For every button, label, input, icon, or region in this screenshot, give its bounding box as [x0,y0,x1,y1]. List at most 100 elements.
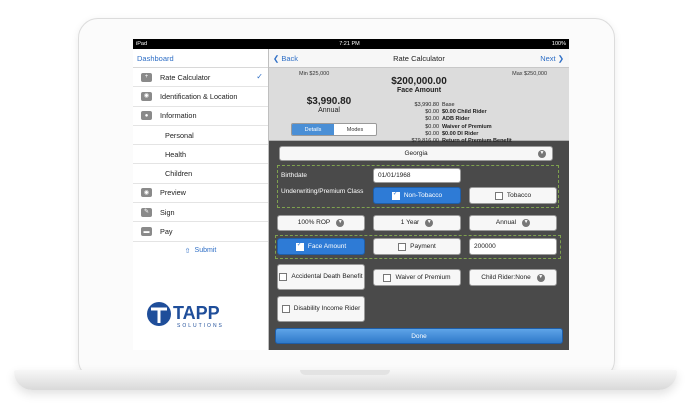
sidebar-item-preview[interactable]: ◉ Preview [133,184,268,204]
rate-form: Georgia ▼ Birthdate 01/01/1968 Underwrit… [269,141,569,350]
upload-icon: ⇧ [184,247,191,255]
rider-row: $0.00 $0.00 DI Rider [425,130,479,137]
max-amount: Max $250,000 [512,71,547,77]
chevron-down-icon: ▼ [536,273,545,282]
amount-input[interactable]: 200000 [469,238,557,255]
sidebar-item-label: Information [160,111,197,121]
disability-toggle[interactable]: Disability Income Rider [277,296,365,322]
face-amount-display: $200,000.00 Face Amount [379,76,459,94]
sidebar-item-label: Pay [160,227,173,237]
underwriting-label: Underwriting/Premium Class [281,188,364,195]
rop-select[interactable]: 100% ROP ▼ [277,215,365,231]
person-icon: ● [141,111,152,121]
right-panel: ❮ Back Rate Calculator Next ❯ Min $25,00… [269,49,569,350]
term-select[interactable]: 1 Year ▼ [373,215,461,231]
sidebar-item-label: Preview [160,188,186,198]
tobacco-toggle[interactable]: Tobacco [469,187,557,204]
accidental-death-toggle[interactable]: Accidental Death Benefit [277,264,365,290]
disability-label: Disability Income Rider [293,305,361,313]
rider-row: $0.00 $0.00 Child Rider [425,108,487,115]
checkmark-icon: ✓ [256,72,263,81]
chevron-down-icon: ▼ [538,149,546,158]
checkbox-checked-icon [295,242,304,251]
checkbox-icon [281,305,290,313]
details-segment[interactable]: Details [292,124,334,135]
payment-label: Payment [410,242,436,250]
left-panel: Dashboard + Rate Calculator ✓ ◉ Identifi… [133,49,269,350]
state-value: Georgia [404,149,428,157]
premium-summary: Min $25,000 Max $250,000 $200,000.00 Fac… [269,68,569,144]
rider-row: $0.00 Waiver of Premium [425,123,492,130]
rider-row: $0.00 ADB Rider [425,116,470,123]
child-rider-value: Child Rider:None [481,273,531,281]
eye-icon: ◉ [141,188,152,198]
app-screen: iPad 7:21 PM 100% Dashboard + Rate Calcu… [133,39,569,350]
rider-row: $3,990.80 Base [414,101,455,108]
chevron-down-icon: ▼ [336,219,345,227]
sidebar-item-rate-calculator[interactable]: + Rate Calculator ✓ [133,68,268,88]
next-label: Next [540,54,556,63]
rider-breakdown: $3,990.80 Base $0.00 $0.00 Child Rider $0.… [397,101,511,145]
face-amount-value: $200,000.00 [391,76,447,87]
tobacco-label: Tobacco [506,191,532,199]
chevron-down-icon: ▼ [425,219,434,227]
face-amount-label: Face Amount [396,87,442,94]
tapp-logo: TAPP SOLUTIONS [145,299,255,329]
sidebar-item-label: Identification & Location [160,91,238,101]
dashboard-link[interactable]: Dashboard [133,49,268,68]
payment-toggle[interactable]: Payment [373,238,461,255]
min-amount: Min $25,000 [299,71,330,77]
checkbox-icon [383,273,392,282]
pen-icon: ✎ [141,207,152,217]
mode-value: Annual [495,219,517,227]
waiver-toggle[interactable]: Waiver of Premium [373,269,461,286]
details-modes-toggle: Details Modes [291,123,377,136]
sidebar-item-label: Sign [160,207,175,217]
annual-premium-display: $3,990.80 Annual [299,96,359,114]
sidebar-item-label: Children [165,169,193,179]
laptop-notch [300,370,390,375]
next-button[interactable]: Next ❯ [540,54,564,63]
checkbox-icon [494,191,503,200]
logo-tagline: SOLUTIONS [177,323,224,329]
battery-label: 100% [551,41,566,47]
waiver-label: Waiver of Premium [395,273,451,281]
sidebar-item-personal[interactable]: Personal [133,126,268,146]
carrier-label: iPad [136,41,148,47]
modes-segment[interactable]: Modes [334,124,376,135]
logo-brand: TAPP [173,303,220,323]
done-button[interactable]: Done [275,328,563,344]
face-amount-toggle-label: Face Amount [307,242,347,250]
annual-label: Annual [318,107,340,114]
accidental-death-label: Accidental Death Benefit [291,273,363,281]
sidebar-item-pay[interactable]: ▬ Pay [133,222,268,242]
sidebar-item-label: Health [165,149,187,159]
birthdate-label: Birthdate [281,172,308,179]
rop-value: 100% ROP [297,219,331,227]
submit-button[interactable]: ⇧ Submit [133,242,268,260]
term-value: 1 Year [400,219,420,227]
submit-label: Submit [194,247,217,255]
face-amount-toggle[interactable]: Face Amount [277,238,365,255]
page-title: Rate Calculator [393,54,445,63]
mode-select[interactable]: Annual ▼ [469,215,557,231]
non-tobacco-label: Non-Tobacco [403,191,443,199]
sidebar-item-label: Personal [165,130,194,140]
sidebar-item-identification[interactable]: ◉ Identification & Location [133,87,268,107]
chevron-down-icon: ▼ [522,219,531,227]
location-icon: ◉ [141,91,152,101]
non-tobacco-toggle[interactable]: Non-Tobacco [373,187,461,204]
checkbox-icon [279,273,288,281]
sidebar-item-children[interactable]: Children [133,164,268,184]
birthdate-input[interactable]: 01/01/1968 [373,168,461,183]
status-time: 7:21 PM [339,41,360,47]
annual-value: $3,990.80 [306,96,352,107]
sidebar-item-information[interactable]: ● Information [133,107,268,126]
child-rider-select[interactable]: Child Rider:None ▼ [469,269,557,286]
sidebar-item-health[interactable]: Health [133,145,268,165]
card-icon: ▬ [141,227,152,237]
state-select[interactable]: Georgia ▼ [279,146,553,161]
sidebar-item-sign[interactable]: ✎ Sign [133,203,268,223]
checkbox-checked-icon [391,191,400,200]
status-bar: iPad 7:21 PM 100% [133,39,569,49]
